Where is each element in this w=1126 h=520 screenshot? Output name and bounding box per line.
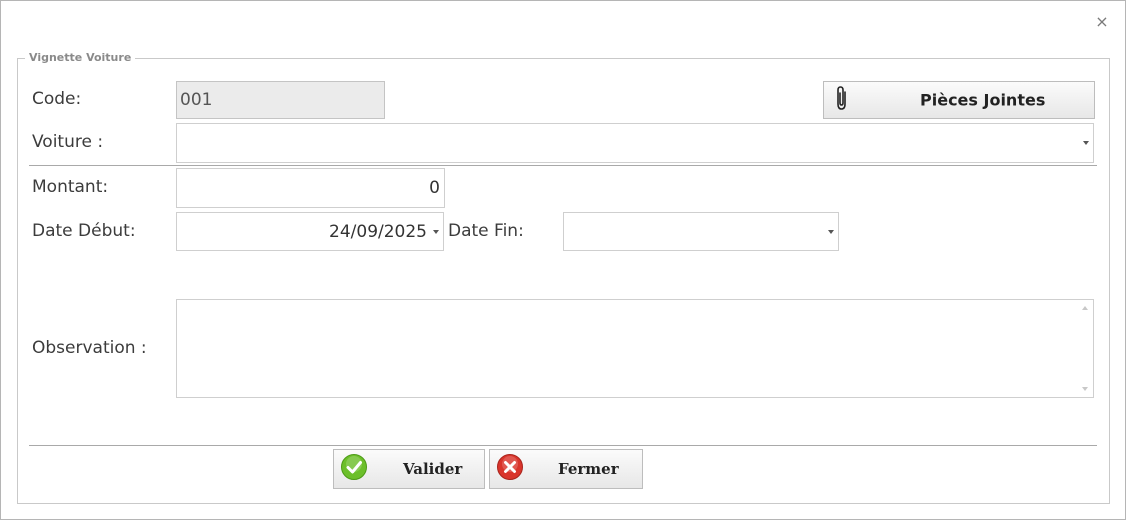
code-value: 001 (180, 90, 213, 110)
code-field: 001 (176, 81, 385, 119)
montant-label: Montant: (32, 177, 109, 197)
chevron-down-icon[interactable] (433, 229, 439, 234)
voiture-label: Voiture : (32, 132, 104, 152)
observation-textarea[interactable] (176, 299, 1094, 398)
group-title: Vignette Voiture (25, 51, 136, 64)
scroll-up-icon[interactable] (1082, 306, 1088, 310)
cancel-icon (496, 453, 524, 485)
paperclip-icon (834, 84, 850, 116)
code-label: Code: (32, 89, 82, 109)
attachments-button[interactable]: Pièces Jointes (823, 81, 1095, 119)
date-fin-label: Date Fin: (448, 221, 524, 241)
validate-button-label: Valider (403, 460, 463, 478)
close-button[interactable]: Fermer (489, 449, 643, 489)
montant-input[interactable]: 0 (176, 168, 445, 208)
chevron-down-icon[interactable] (828, 229, 834, 234)
validate-button[interactable]: Valider (333, 449, 485, 489)
date-debut-value: 24/09/2025 (329, 221, 427, 242)
date-fin-picker[interactable] (563, 212, 839, 251)
close-button-label: Fermer (558, 460, 619, 478)
attachments-button-label: Pièces Jointes (920, 90, 1046, 110)
checkmark-icon (340, 453, 368, 485)
date-debut-label: Date Début: (32, 221, 136, 241)
close-icon[interactable]: × (1094, 14, 1110, 30)
observation-label: Observation : (32, 338, 147, 358)
montant-value: 0 (429, 178, 440, 198)
chevron-down-icon (1083, 141, 1089, 145)
scroll-down-icon[interactable] (1082, 387, 1088, 391)
footer-separator (29, 445, 1097, 446)
voiture-select[interactable] (176, 123, 1094, 163)
separator-line (29, 165, 1097, 166)
date-debut-picker[interactable]: 24/09/2025 (176, 212, 444, 251)
